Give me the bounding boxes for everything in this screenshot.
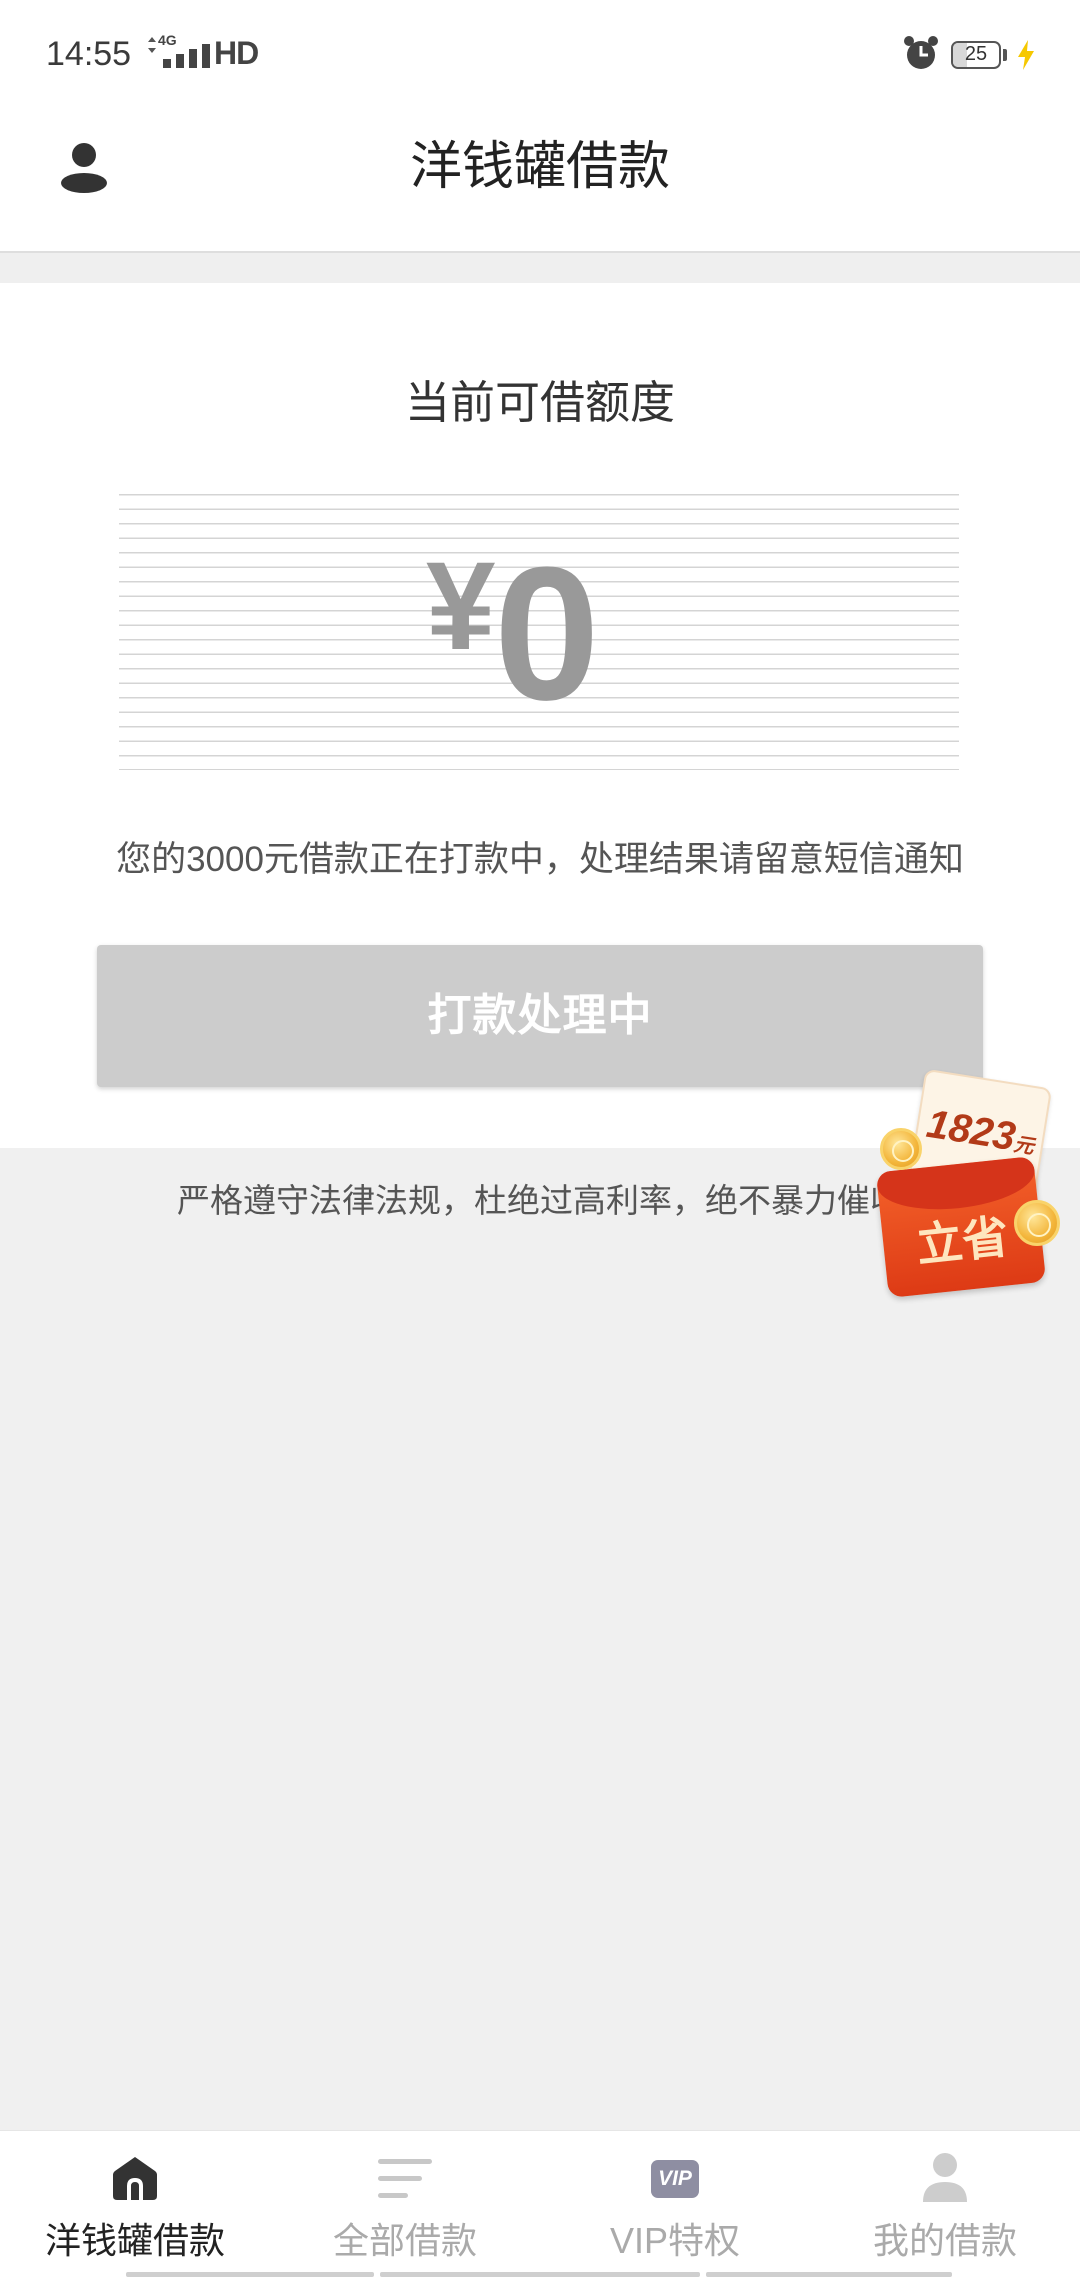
nav-label-all-loans: 全部借款 bbox=[332, 2220, 477, 2261]
nav-item-vip[interactable]: VIP VIP特权 bbox=[540, 2131, 810, 2280]
list-icon bbox=[378, 2159, 432, 2198]
hd-indicator: HD bbox=[214, 35, 259, 71]
signal-icon bbox=[163, 44, 210, 68]
gesture-bar-segment bbox=[706, 2272, 952, 2277]
page-title: 洋钱罐借款 bbox=[409, 138, 670, 196]
credit-amount-panel: ¥ 0 bbox=[119, 494, 959, 770]
bottom-nav: 洋钱罐借款 全部借款 VIP VIP特权 我的借款 bbox=[0, 2130, 1080, 2280]
promo-amount: 1823元 bbox=[923, 1101, 1036, 1160]
nav-item-all-loans[interactable]: 全部借款 bbox=[270, 2131, 540, 2280]
nav-item-home[interactable]: 洋钱罐借款 bbox=[0, 2131, 270, 2280]
nav-label-home: 洋钱罐借款 bbox=[44, 2220, 225, 2261]
vip-icon: VIP bbox=[651, 2160, 699, 2198]
battery-nub bbox=[1003, 49, 1007, 61]
payout-processing-button[interactable]: 打款处理中 bbox=[97, 945, 983, 1087]
nav-label-vip: VIP特权 bbox=[609, 2220, 741, 2261]
credit-limit-label: 当前可借额度 bbox=[404, 377, 675, 428]
status-time: 14:55 bbox=[46, 35, 132, 73]
credit-limit-card: 当前可借额度 ¥ 0 您的3000元借款正在打款中，处理结果请留意短信通知 打款… bbox=[0, 283, 1080, 1148]
alarm-icon bbox=[904, 36, 938, 69]
promo-badge[interactable]: 1823元 立省 bbox=[875, 1068, 1060, 1298]
nav-label-my-loans: 我的借款 bbox=[872, 2220, 1017, 2261]
home-icon bbox=[113, 2157, 157, 2200]
person-icon bbox=[923, 2153, 967, 2202]
credit-amount: 0 bbox=[494, 528, 600, 740]
gold-coin-icon bbox=[1014, 1200, 1060, 1246]
data-arrows-icon bbox=[148, 37, 156, 53]
battery-icon: 25 bbox=[951, 41, 1001, 69]
nav-item-my-loans[interactable]: 我的借款 bbox=[810, 2131, 1080, 2280]
app-header: 洋钱罐借款 bbox=[0, 109, 1080, 251]
promo-unit: 元 bbox=[1012, 1133, 1036, 1159]
charging-bolt-icon bbox=[1018, 40, 1034, 70]
status-bar: 14:55 4G HD 25 bbox=[0, 0, 1080, 109]
gold-coin-icon bbox=[880, 1128, 922, 1170]
currency-symbol: ¥ bbox=[426, 537, 496, 676]
gesture-bar-segment bbox=[380, 2272, 700, 2277]
payout-status-message: 您的3000元借款正在打款中，处理结果请留意短信通知 bbox=[116, 840, 964, 879]
battery-level: 25 bbox=[964, 43, 988, 65]
gesture-bar-segment bbox=[126, 2272, 374, 2277]
section-spacer bbox=[0, 253, 1080, 283]
